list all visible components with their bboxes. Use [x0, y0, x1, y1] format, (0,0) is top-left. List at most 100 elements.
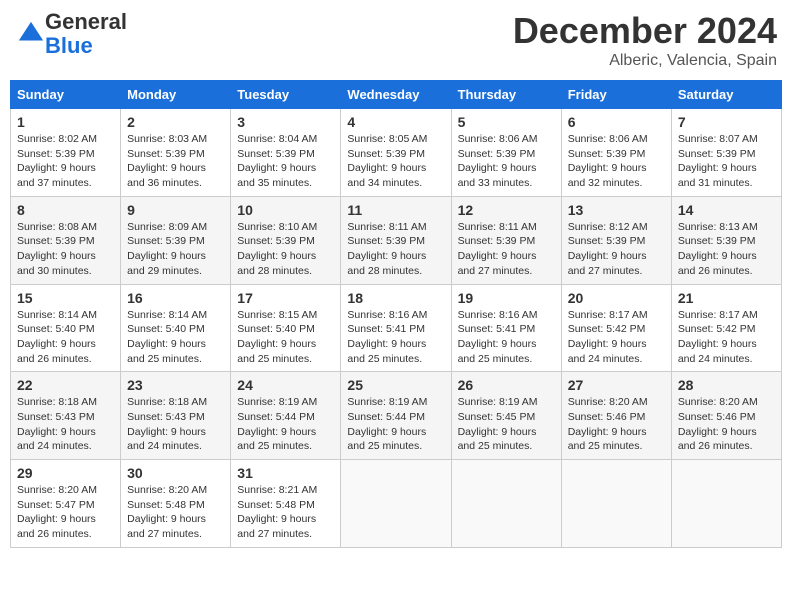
calendar-cell: 22 Sunrise: 8:18 AMSunset: 5:43 PMDayligh…: [11, 372, 121, 460]
calendar-cell: 24Sunrise: 8:19 AMSunset: 5:44 PMDayligh…: [231, 372, 341, 460]
header-sunday: Sunday: [11, 81, 121, 109]
day-info: Sunrise: 8:20 AMSunset: 5:46 PMDaylight:…: [568, 395, 665, 454]
day-info: Sunrise: 8:09 AMSunset: 5:39 PMDaylight:…: [127, 220, 224, 279]
calendar-table: SundayMondayTuesdayWednesdayThursdayFrid…: [10, 80, 782, 548]
day-info: Sunrise: 8:14 AMSunset: 5:40 PMDaylight:…: [17, 308, 114, 367]
day-info: Sunrise: 8:10 AMSunset: 5:39 PMDaylight:…: [237, 220, 334, 279]
day-number: 23: [127, 377, 224, 393]
calendar-cell: 5Sunrise: 8:06 AMSunset: 5:39 PMDaylight…: [451, 109, 561, 197]
day-info: Sunrise: 8:19 AMSunset: 5:45 PMDaylight:…: [458, 395, 555, 454]
calendar-cell: 7Sunrise: 8:07 AMSunset: 5:39 PMDaylight…: [671, 109, 781, 197]
day-number: 20: [568, 290, 665, 306]
day-info: Sunrise: 8:05 AMSunset: 5:39 PMDaylight:…: [347, 132, 444, 191]
day-number: 4: [347, 114, 444, 130]
location-title: Alberic, Valencia, Spain: [513, 52, 777, 70]
day-info: Sunrise: 8:15 AMSunset: 5:40 PMDaylight:…: [237, 308, 334, 367]
day-number: 1: [17, 114, 114, 130]
logo: General Blue: [15, 10, 127, 58]
day-info: Sunrise: 8:18 AMSunset: 5:43 PMDaylight:…: [17, 395, 114, 454]
day-info: Sunrise: 8:17 AMSunset: 5:42 PMDaylight:…: [678, 308, 775, 367]
calendar-week-row: 1 Sunrise: 8:02 AMSunset: 5:39 PMDaylight…: [11, 109, 782, 197]
logo-blue: Blue: [45, 33, 93, 58]
calendar-cell: 2Sunrise: 8:03 AMSunset: 5:39 PMDaylight…: [121, 109, 231, 197]
day-number: 22: [17, 377, 114, 393]
calendar-cell: 8 Sunrise: 8:08 AMSunset: 5:39 PMDaylight…: [11, 196, 121, 284]
day-number: 30: [127, 465, 224, 481]
logo-icon: [17, 20, 45, 48]
calendar-cell: 25 Sunrise: 8:19 AMSunset: 5:44 PMDayligh…: [341, 372, 451, 460]
day-number: 21: [678, 290, 775, 306]
day-info: Sunrise: 8:04 AMSunset: 5:39 PMDaylight:…: [237, 132, 334, 191]
calendar-cell: 28 Sunrise: 8:20 AMSunset: 5:46 PMDayligh…: [671, 372, 781, 460]
day-number: 25: [347, 377, 444, 393]
calendar-cell: 26Sunrise: 8:19 AMSunset: 5:45 PMDayligh…: [451, 372, 561, 460]
day-info: Sunrise: 8:20 AMSunset: 5:47 PMDaylight:…: [17, 483, 114, 542]
day-info: Sunrise: 8:16 AMSunset: 5:41 PMDaylight:…: [458, 308, 555, 367]
calendar-cell: [671, 460, 781, 548]
day-number: 16: [127, 290, 224, 306]
day-number: 5: [458, 114, 555, 130]
calendar-cell: 11 Sunrise: 8:11 AMSunset: 5:39 PMDayligh…: [341, 196, 451, 284]
header-saturday: Saturday: [671, 81, 781, 109]
calendar-cell: 20 Sunrise: 8:17 AMSunset: 5:42 PMDayligh…: [561, 284, 671, 372]
calendar-cell: 3 Sunrise: 8:04 AMSunset: 5:39 PMDaylight…: [231, 109, 341, 197]
day-number: 8: [17, 202, 114, 218]
calendar-week-row: 22 Sunrise: 8:18 AMSunset: 5:43 PMDayligh…: [11, 372, 782, 460]
title-block: December 2024 Alberic, Valencia, Spain: [513, 10, 777, 70]
logo-general: General: [45, 9, 127, 34]
calendar-cell: [561, 460, 671, 548]
calendar-week-row: 29 Sunrise: 8:20 AMSunset: 5:47 PMDayligh…: [11, 460, 782, 548]
calendar-header-row: SundayMondayTuesdayWednesdayThursdayFrid…: [11, 81, 782, 109]
day-number: 18: [347, 290, 444, 306]
day-number: 3: [237, 114, 334, 130]
day-number: 11: [347, 202, 444, 218]
header-friday: Friday: [561, 81, 671, 109]
calendar-cell: 18 Sunrise: 8:16 AMSunset: 5:41 PMDayligh…: [341, 284, 451, 372]
calendar-cell: 29 Sunrise: 8:20 AMSunset: 5:47 PMDayligh…: [11, 460, 121, 548]
day-number: 14: [678, 202, 775, 218]
day-info: Sunrise: 8:19 AMSunset: 5:44 PMDaylight:…: [347, 395, 444, 454]
calendar-cell: 10Sunrise: 8:10 AMSunset: 5:39 PMDayligh…: [231, 196, 341, 284]
calendar-cell: 17 Sunrise: 8:15 AMSunset: 5:40 PMDayligh…: [231, 284, 341, 372]
calendar-cell: 6Sunrise: 8:06 AMSunset: 5:39 PMDaylight…: [561, 109, 671, 197]
calendar-cell: 23 Sunrise: 8:18 AMSunset: 5:43 PMDayligh…: [121, 372, 231, 460]
day-info: Sunrise: 8:20 AMSunset: 5:46 PMDaylight:…: [678, 395, 775, 454]
day-number: 27: [568, 377, 665, 393]
header-wednesday: Wednesday: [341, 81, 451, 109]
day-info: Sunrise: 8:08 AMSunset: 5:39 PMDaylight:…: [17, 220, 114, 279]
calendar-cell: [341, 460, 451, 548]
day-info: Sunrise: 8:14 AMSunset: 5:40 PMDaylight:…: [127, 308, 224, 367]
day-info: Sunrise: 8:11 AMSunset: 5:39 PMDaylight:…: [347, 220, 444, 279]
day-info: Sunrise: 8:06 AMSunset: 5:39 PMDaylight:…: [568, 132, 665, 191]
day-info: Sunrise: 8:19 AMSunset: 5:44 PMDaylight:…: [237, 395, 334, 454]
day-number: 17: [237, 290, 334, 306]
day-number: 29: [17, 465, 114, 481]
day-info: Sunrise: 8:13 AMSunset: 5:39 PMDaylight:…: [678, 220, 775, 279]
day-number: 9: [127, 202, 224, 218]
day-number: 31: [237, 465, 334, 481]
day-number: 15: [17, 290, 114, 306]
calendar-cell: 15 Sunrise: 8:14 AMSunset: 5:40 PMDayligh…: [11, 284, 121, 372]
calendar-cell: 16 Sunrise: 8:14 AMSunset: 5:40 PMDayligh…: [121, 284, 231, 372]
calendar-week-row: 15 Sunrise: 8:14 AMSunset: 5:40 PMDayligh…: [11, 284, 782, 372]
calendar-cell: 13Sunrise: 8:12 AMSunset: 5:39 PMDayligh…: [561, 196, 671, 284]
page-header: General Blue December 2024 Alberic, Vale…: [10, 10, 782, 70]
calendar-cell: 1 Sunrise: 8:02 AMSunset: 5:39 PMDaylight…: [11, 109, 121, 197]
day-info: Sunrise: 8:17 AMSunset: 5:42 PMDaylight:…: [568, 308, 665, 367]
day-info: Sunrise: 8:02 AMSunset: 5:39 PMDaylight:…: [17, 132, 114, 191]
day-number: 28: [678, 377, 775, 393]
day-info: Sunrise: 8:12 AMSunset: 5:39 PMDaylight:…: [568, 220, 665, 279]
calendar-cell: 9 Sunrise: 8:09 AMSunset: 5:39 PMDaylight…: [121, 196, 231, 284]
day-number: 7: [678, 114, 775, 130]
day-number: 19: [458, 290, 555, 306]
day-number: 12: [458, 202, 555, 218]
day-info: Sunrise: 8:16 AMSunset: 5:41 PMDaylight:…: [347, 308, 444, 367]
calendar-cell: 27 Sunrise: 8:20 AMSunset: 5:46 PMDayligh…: [561, 372, 671, 460]
calendar-cell: 14 Sunrise: 8:13 AMSunset: 5:39 PMDayligh…: [671, 196, 781, 284]
calendar-cell: [451, 460, 561, 548]
day-info: Sunrise: 8:21 AMSunset: 5:48 PMDaylight:…: [237, 483, 334, 542]
calendar-cell: 19 Sunrise: 8:16 AMSunset: 5:41 PMDayligh…: [451, 284, 561, 372]
day-info: Sunrise: 8:18 AMSunset: 5:43 PMDaylight:…: [127, 395, 224, 454]
calendar-cell: 4 Sunrise: 8:05 AMSunset: 5:39 PMDaylight…: [341, 109, 451, 197]
header-monday: Monday: [121, 81, 231, 109]
